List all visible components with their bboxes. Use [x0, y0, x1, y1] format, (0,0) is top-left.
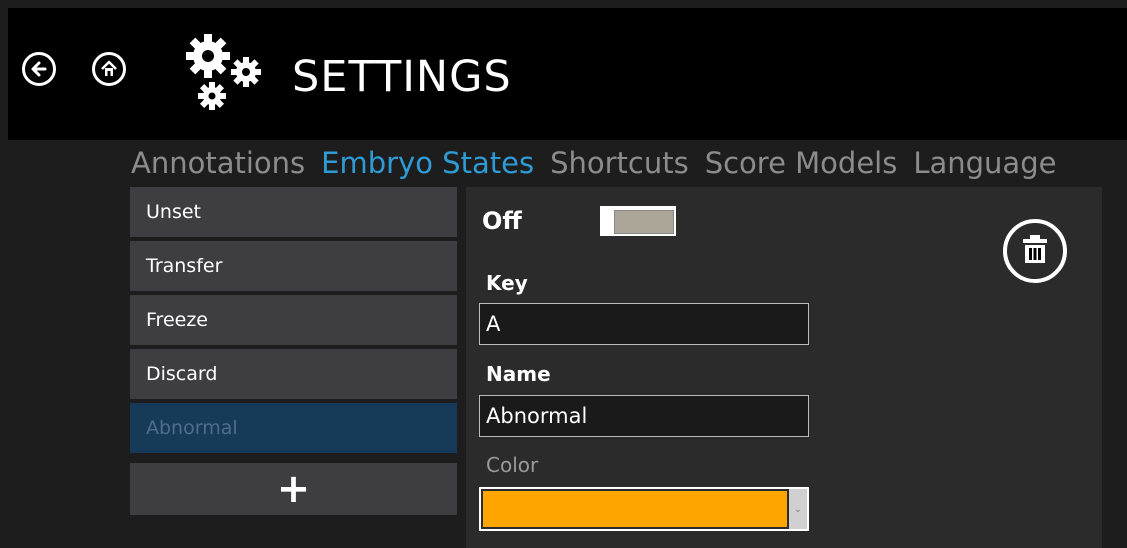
key-input[interactable]	[479, 303, 809, 345]
add-state-button[interactable]: +	[130, 463, 457, 515]
delete-state-button[interactable]	[1003, 219, 1067, 283]
color-swatch	[483, 491, 787, 527]
name-label: Name	[486, 362, 551, 386]
tab-annotations[interactable]: Annotations	[131, 144, 321, 184]
back-arrow-icon	[29, 59, 49, 79]
enabled-toggle[interactable]	[600, 206, 676, 236]
gears-icon	[178, 30, 270, 120]
title-bar: SETTINGS	[8, 8, 1127, 140]
trash-icon	[1021, 234, 1049, 268]
state-item-transfer[interactable]: Transfer	[130, 241, 457, 291]
tab-embryo-states[interactable]: Embryo States	[321, 144, 550, 184]
state-item-abnormal[interactable]: Abnormal	[130, 403, 457, 453]
embryo-state-list: Unset Transfer Freeze Discard Abnormal	[130, 187, 457, 457]
state-item-freeze[interactable]: Freeze	[130, 295, 457, 345]
page-title: SETTINGS	[292, 52, 512, 102]
back-button[interactable]	[22, 52, 56, 86]
toggle-track	[614, 210, 674, 234]
tab-language[interactable]: Language	[913, 144, 1072, 184]
tab-shortcuts[interactable]: Shortcuts	[550, 144, 705, 184]
enabled-toggle-label: Off	[482, 207, 522, 235]
tab-score-models[interactable]: Score Models	[705, 144, 914, 184]
state-detail-panel: Off Key Name Color ⌄	[466, 187, 1102, 548]
chevron-down-icon[interactable]: ⌄	[789, 489, 807, 529]
state-item-discard[interactable]: Discard	[130, 349, 457, 399]
plus-icon: +	[276, 466, 311, 512]
color-label: Color	[486, 453, 539, 477]
name-input[interactable]	[479, 395, 809, 437]
color-picker[interactable]: ⌄	[479, 487, 809, 531]
home-icon	[99, 59, 119, 79]
settings-tabs: Annotations Embryo States Shortcuts Scor…	[131, 144, 1072, 184]
key-label: Key	[486, 271, 528, 295]
home-button[interactable]	[92, 52, 126, 86]
state-item-unset[interactable]: Unset	[130, 187, 457, 237]
